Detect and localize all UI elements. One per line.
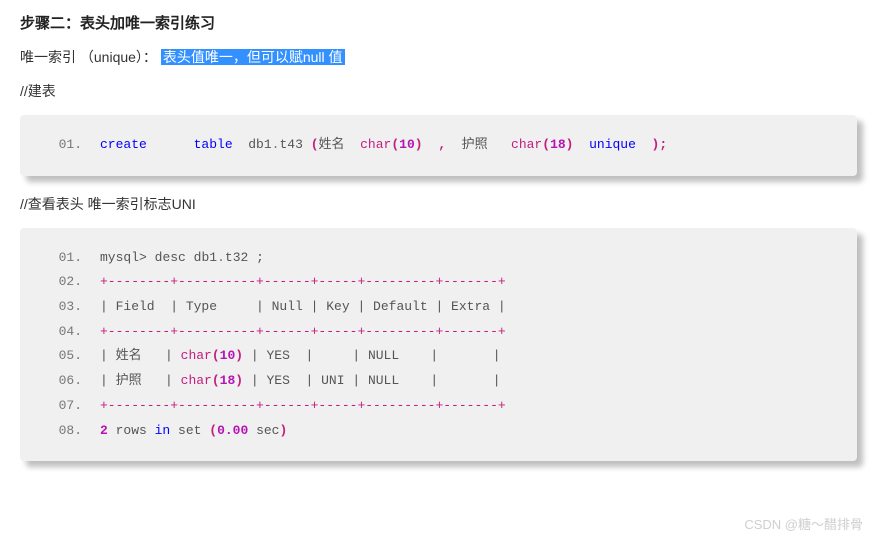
table-border: +--------+----------+------+-----+------… xyxy=(100,274,506,289)
intro-prefix: 唯一索引 （unique）： xyxy=(20,49,157,65)
table-name: t43 xyxy=(279,137,302,152)
comment-desc-table: //查看表头 唯一索引标志UNI xyxy=(20,194,857,214)
type-char: char xyxy=(511,137,542,152)
line-number: 02. xyxy=(42,270,82,295)
line-number: 06. xyxy=(42,369,82,394)
table-name: t32 xyxy=(225,250,248,265)
keyword-in: in xyxy=(155,423,171,438)
code-block-create: 01.create table db1.t43 (姓名 char(10) , 护… xyxy=(20,115,857,176)
code-line: 03. | Field | Type | Null | Key | Default… xyxy=(42,295,839,320)
rows-text: rows xyxy=(108,423,155,438)
code-line: 06.| 护照 | char(18) | YES | UNI | NULL | … xyxy=(42,369,839,394)
semicolon: ; xyxy=(256,250,264,265)
db-name: db1 xyxy=(194,250,217,265)
keyword-unique: unique xyxy=(589,137,636,152)
keyword-desc: desc xyxy=(155,250,186,265)
section-heading: 步骤二：表头加唯一索引练习 xyxy=(20,12,857,33)
code-line: 08.2 rows in set (0.00 sec) xyxy=(42,419,839,444)
type-size: 10 xyxy=(399,137,415,152)
prompt-gt: > xyxy=(139,250,147,265)
cell-default: NULL xyxy=(368,348,399,363)
type-size: 18 xyxy=(550,137,566,152)
line-number: 04. xyxy=(42,320,82,345)
line-number: 05. xyxy=(42,344,82,369)
code-line: 07. +--------+----------+------+-----+---… xyxy=(42,394,839,419)
set-text: set xyxy=(170,423,209,438)
type-char: char xyxy=(181,373,212,388)
watermark: CSDN @糖～醋排骨 xyxy=(744,514,863,533)
code-block-desc: 01.mysql> desc db1.t32 ; 02.+--------+--… xyxy=(20,228,857,462)
table-border: +--------+----------+------+-----+------… xyxy=(100,398,506,413)
code-line: 01.mysql> desc db1.t32 ; xyxy=(42,246,839,271)
mysql-prompt: mysql xyxy=(100,250,139,265)
line-number: 01. xyxy=(42,246,82,271)
type-char: char xyxy=(181,348,212,363)
code-line: 02. +--------+----------+------+-----+---… xyxy=(42,270,839,295)
line-number: 08. xyxy=(42,419,82,444)
code-line: 01.create table db1.t43 (姓名 char(10) , 护… xyxy=(42,133,839,158)
keyword-create: create xyxy=(100,137,147,152)
sec-text: sec xyxy=(248,423,279,438)
cell-field: 护照 xyxy=(116,373,142,388)
line-number: 01. xyxy=(42,133,82,158)
row-count: 2 xyxy=(100,423,108,438)
cell-key: UNI xyxy=(321,373,344,388)
comment-create-table: //建表 xyxy=(20,81,857,101)
keyword-table: table xyxy=(194,137,233,152)
type-char: char xyxy=(360,137,391,152)
type-size: 10 xyxy=(220,348,236,363)
db-name: db1 xyxy=(248,137,271,152)
cell-key xyxy=(321,348,344,363)
table-border: +--------+----------+------+-----+------… xyxy=(100,324,506,339)
code-line: 04. +--------+----------+------+-----+---… xyxy=(42,320,839,345)
cell-field: 姓名 xyxy=(116,348,142,363)
cell-null: YES xyxy=(267,373,290,388)
line-number: 07. xyxy=(42,394,82,419)
time-value: 0.00 xyxy=(217,423,248,438)
code-line: 05.| 姓名 | char(10) | YES | | NULL | | xyxy=(42,344,839,369)
intro-paragraph: 唯一索引 （unique）： 表头值唯一，但可以赋null 值 xyxy=(20,47,857,67)
line-number: 03. xyxy=(42,295,82,320)
column-name: 姓名 xyxy=(319,137,345,152)
cell-null: YES xyxy=(267,348,290,363)
intro-highlighted[interactable]: 表头值唯一，但可以赋null 值 xyxy=(161,49,345,65)
column-name: 护照 xyxy=(462,137,488,152)
table-header: | Field | Type | Null | Key | Default | … xyxy=(100,299,506,314)
cell-default: NULL xyxy=(368,373,399,388)
type-size: 18 xyxy=(220,373,236,388)
